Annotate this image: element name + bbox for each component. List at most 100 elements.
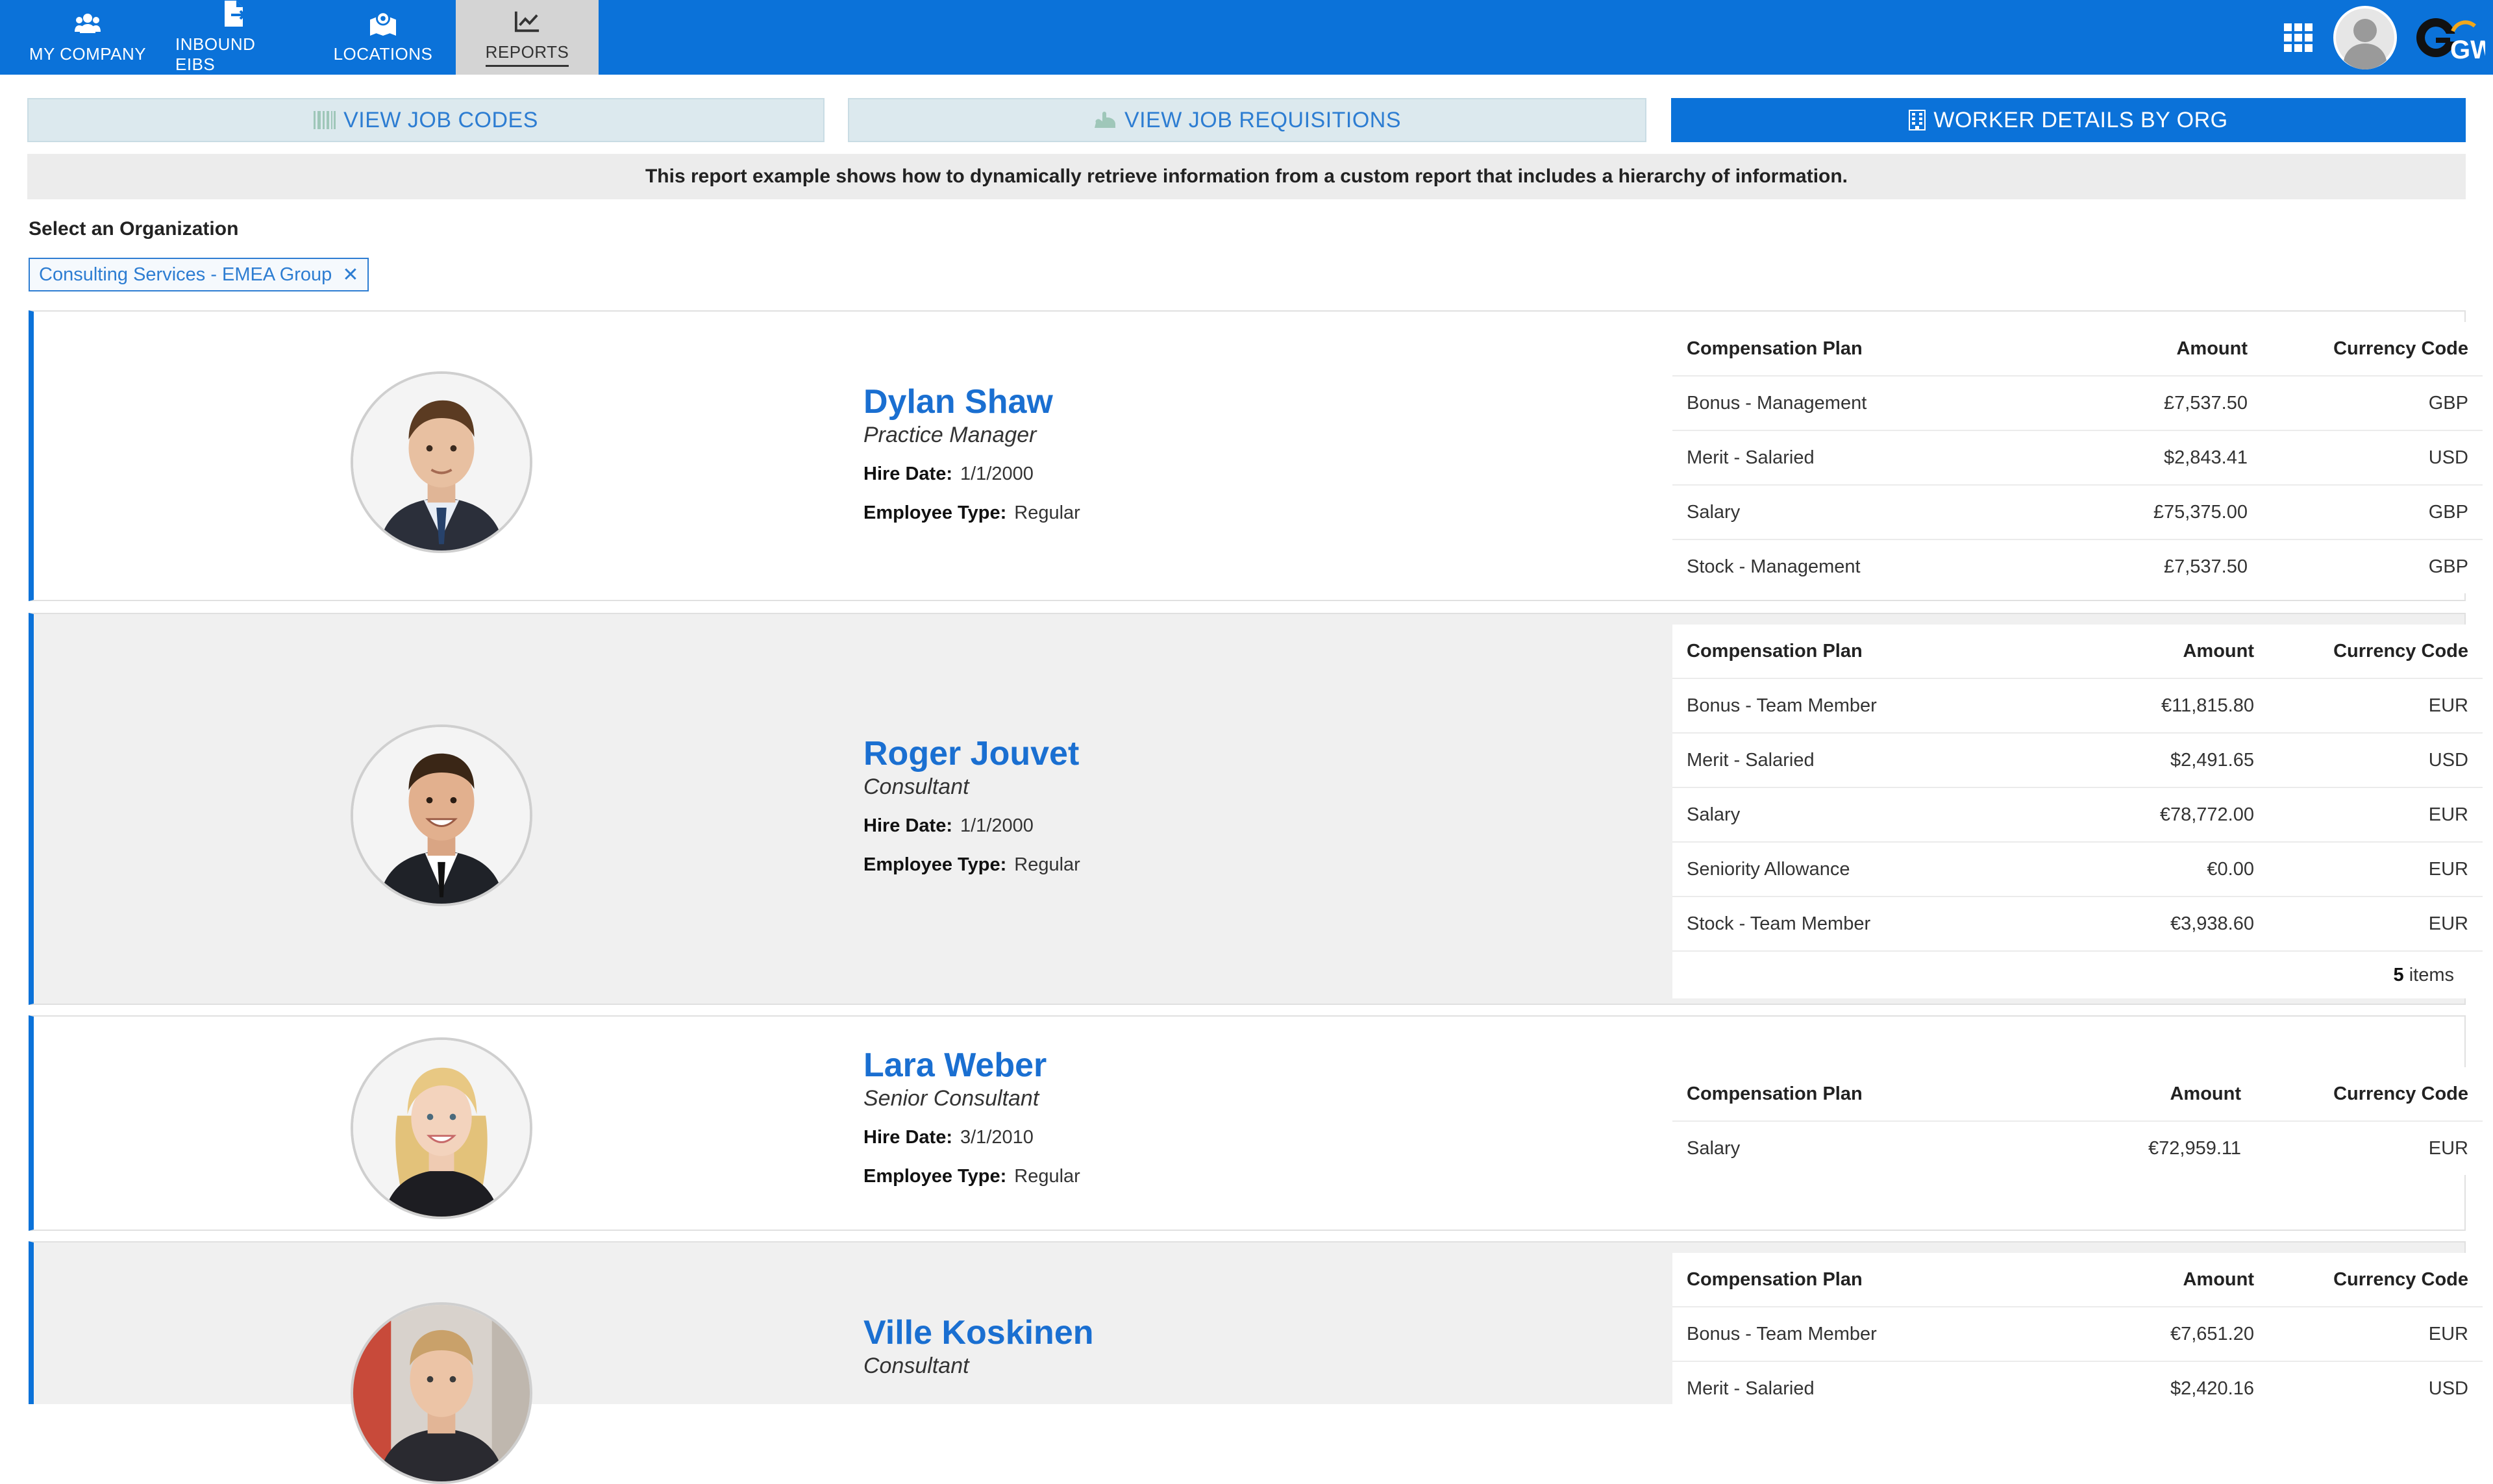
col-currency-code[interactable]: Currency Code: [2262, 322, 2483, 376]
amount-cell: £7,537.50: [2039, 539, 2262, 593]
amount-cell: £75,375.00: [2039, 484, 2262, 539]
barcode-icon: [314, 111, 336, 129]
col-currency-code[interactable]: Currency Code: [2255, 1067, 2483, 1121]
employee-type-field: Employee Type: Regular: [863, 500, 1080, 526]
currency-cell: EUR: [2268, 787, 2483, 842]
employee-type-field: Employee Type: Regular: [863, 852, 1080, 878]
amount-cell: €11,815.80: [2039, 678, 2268, 733]
user-avatar[interactable]: [2333, 0, 2397, 75]
hand-icon: [1093, 111, 1117, 129]
worker-name[interactable]: Dylan Shaw: [863, 383, 1080, 421]
hire-date-label: Hire Date:: [863, 815, 952, 836]
compensation-table: Compensation Plan Amount Currency Code B…: [1672, 625, 2483, 998]
worker-card: Dylan Shaw Practice Manager Hire Date: 1/…: [29, 310, 2483, 601]
worker-info: Ville Koskinen Consultant: [863, 1314, 1094, 1380]
worker-name[interactable]: Ville Koskinen: [863, 1314, 1094, 1352]
table-row: Salary £75,375.00 GBP: [1672, 484, 2483, 539]
close-icon[interactable]: ✕: [342, 264, 358, 286]
building-icon: [1909, 110, 1926, 130]
table-row: Seniority Allowance €0.00 EUR: [1672, 841, 2483, 897]
table-row: Merit - Salaried $2,491.65 USD: [1672, 732, 2483, 787]
plan-cell: Salary: [1672, 1120, 2039, 1175]
nav-label: MY COMPANY: [29, 44, 147, 64]
amount-cell: €72,959.11: [2039, 1120, 2255, 1175]
currency-cell: EUR: [2268, 841, 2483, 897]
table-row: Merit - Salaried $2,843.41 USD: [1672, 430, 2483, 485]
compensation-table: Compensation Plan Amount Currency Code B…: [1672, 1253, 2483, 1415]
hire-date-field: Hire Date: 1/1/2000: [863, 461, 1080, 487]
apps-grid-button[interactable]: [2284, 0, 2313, 75]
plan-cell: Merit - Salaried: [1672, 1361, 2039, 1415]
items-label: items: [2409, 964, 2454, 985]
worker-info: Dylan Shaw Practice Manager Hire Date: 1/…: [863, 383, 1080, 526]
worker-photo: [351, 724, 532, 906]
amount-cell: €0.00: [2039, 841, 2268, 897]
col-currency-code[interactable]: Currency Code: [2268, 625, 2483, 678]
amount-cell: $2,843.41: [2039, 430, 2262, 485]
table-header-row: Compensation Plan Amount Currency Code: [1672, 1253, 2483, 1307]
col-currency-code[interactable]: Currency Code: [2268, 1253, 2483, 1307]
table-row: Stock - Team Member €3,938.60 EUR: [1672, 896, 2483, 951]
hire-date-field: Hire Date: 1/1/2000: [863, 813, 1080, 839]
col-amount[interactable]: Amount: [2039, 322, 2262, 376]
top-nav-bar: MY COMPANY INBOUND EIBS LOCATIONS REPORT…: [0, 0, 2493, 75]
plan-cell: Merit - Salaried: [1672, 430, 2039, 485]
employee-type-value: Regular: [1014, 502, 1080, 523]
amount-cell: €78,772.00: [2039, 787, 2268, 842]
plan-cell: Bonus - Team Member: [1672, 1306, 2039, 1361]
currency-cell: GBP: [2262, 539, 2483, 593]
col-amount[interactable]: Amount: [2039, 625, 2268, 678]
col-compensation-plan[interactable]: Compensation Plan: [1672, 1067, 2039, 1121]
table-row: Salary €78,772.00 EUR: [1672, 787, 2483, 842]
nav-locations[interactable]: LOCATIONS: [323, 0, 443, 75]
col-amount[interactable]: Amount: [2039, 1253, 2268, 1307]
view-job-codes-button[interactable]: VIEW JOB CODES: [27, 98, 825, 142]
col-compensation-plan[interactable]: Compensation Plan: [1672, 322, 2039, 376]
employee-type-field: Employee Type: Regular: [863, 1163, 1080, 1189]
worker-card: Ville Koskinen Consultant Compensation P…: [29, 1241, 2483, 1484]
nav-my-company[interactable]: MY COMPANY: [0, 0, 175, 75]
chart-line-icon: [514, 8, 540, 34]
table-row: Salary €72,959.11 EUR: [1672, 1120, 2483, 1175]
selected-organization: Consulting Services - EMEA Group: [39, 264, 332, 285]
amount-cell: $2,420.16: [2039, 1361, 2268, 1415]
table-header-row: Compensation Plan Amount Currency Code: [1672, 322, 2483, 376]
nav-label: REPORTS: [485, 42, 569, 67]
worker-details-by-org-button[interactable]: WORKER DETAILS BY ORG: [1671, 98, 2466, 142]
tab-label: WORKER DETAILS BY ORG: [1933, 107, 2228, 132]
view-job-requisitions-button[interactable]: VIEW JOB REQUISITIONS: [848, 98, 1646, 142]
worker-title: Consultant: [863, 1354, 969, 1378]
nav-inbound-eibs[interactable]: INBOUND EIBS: [175, 0, 293, 75]
currency-cell: USD: [2262, 430, 2483, 485]
nav-label: LOCATIONS: [333, 44, 433, 64]
col-compensation-plan[interactable]: Compensation Plan: [1672, 625, 2039, 678]
table-row: Stock - Management £7,537.50 GBP: [1672, 539, 2483, 593]
item-count: 5: [2393, 964, 2404, 985]
hire-date-field: Hire Date: 3/1/2010: [863, 1124, 1080, 1150]
currency-cell: GBP: [2262, 375, 2483, 430]
organization-select[interactable]: Consulting Services - EMEA Group ✕: [29, 258, 369, 291]
worker-card: Lara Weber Senior Consultant Hire Date: 3…: [29, 1015, 2483, 1231]
worker-name[interactable]: Lara Weber: [863, 1046, 1080, 1084]
apps-grid-icon: [2284, 23, 2313, 52]
currency-cell: EUR: [2268, 1306, 2483, 1361]
nav-label: INBOUND EIBS: [175, 34, 256, 74]
col-amount[interactable]: Amount: [2039, 1067, 2255, 1121]
employee-type-value: Regular: [1014, 854, 1080, 875]
employee-type-label: Employee Type:: [863, 502, 1007, 523]
hire-date-value: 1/1/2000: [960, 815, 1034, 836]
employee-type-label: Employee Type:: [863, 854, 1007, 875]
nav-reports[interactable]: REPORTS: [456, 0, 599, 75]
worker-title: Consultant: [863, 774, 969, 799]
worker-title: Senior Consultant: [863, 1086, 1039, 1111]
worker-name[interactable]: Roger Jouvet: [863, 735, 1080, 773]
map-location-icon: [370, 10, 396, 36]
amount-cell: $2,491.65: [2039, 732, 2268, 787]
col-compensation-plan[interactable]: Compensation Plan: [1672, 1253, 2039, 1307]
plan-cell: Salary: [1672, 484, 2039, 539]
currency-cell: USD: [2268, 732, 2483, 787]
file-import-icon: [221, 0, 247, 27]
gw-logo: GW: [2412, 0, 2485, 75]
worker-title: Practice Manager: [863, 423, 1037, 447]
currency-cell: EUR: [2255, 1120, 2483, 1175]
